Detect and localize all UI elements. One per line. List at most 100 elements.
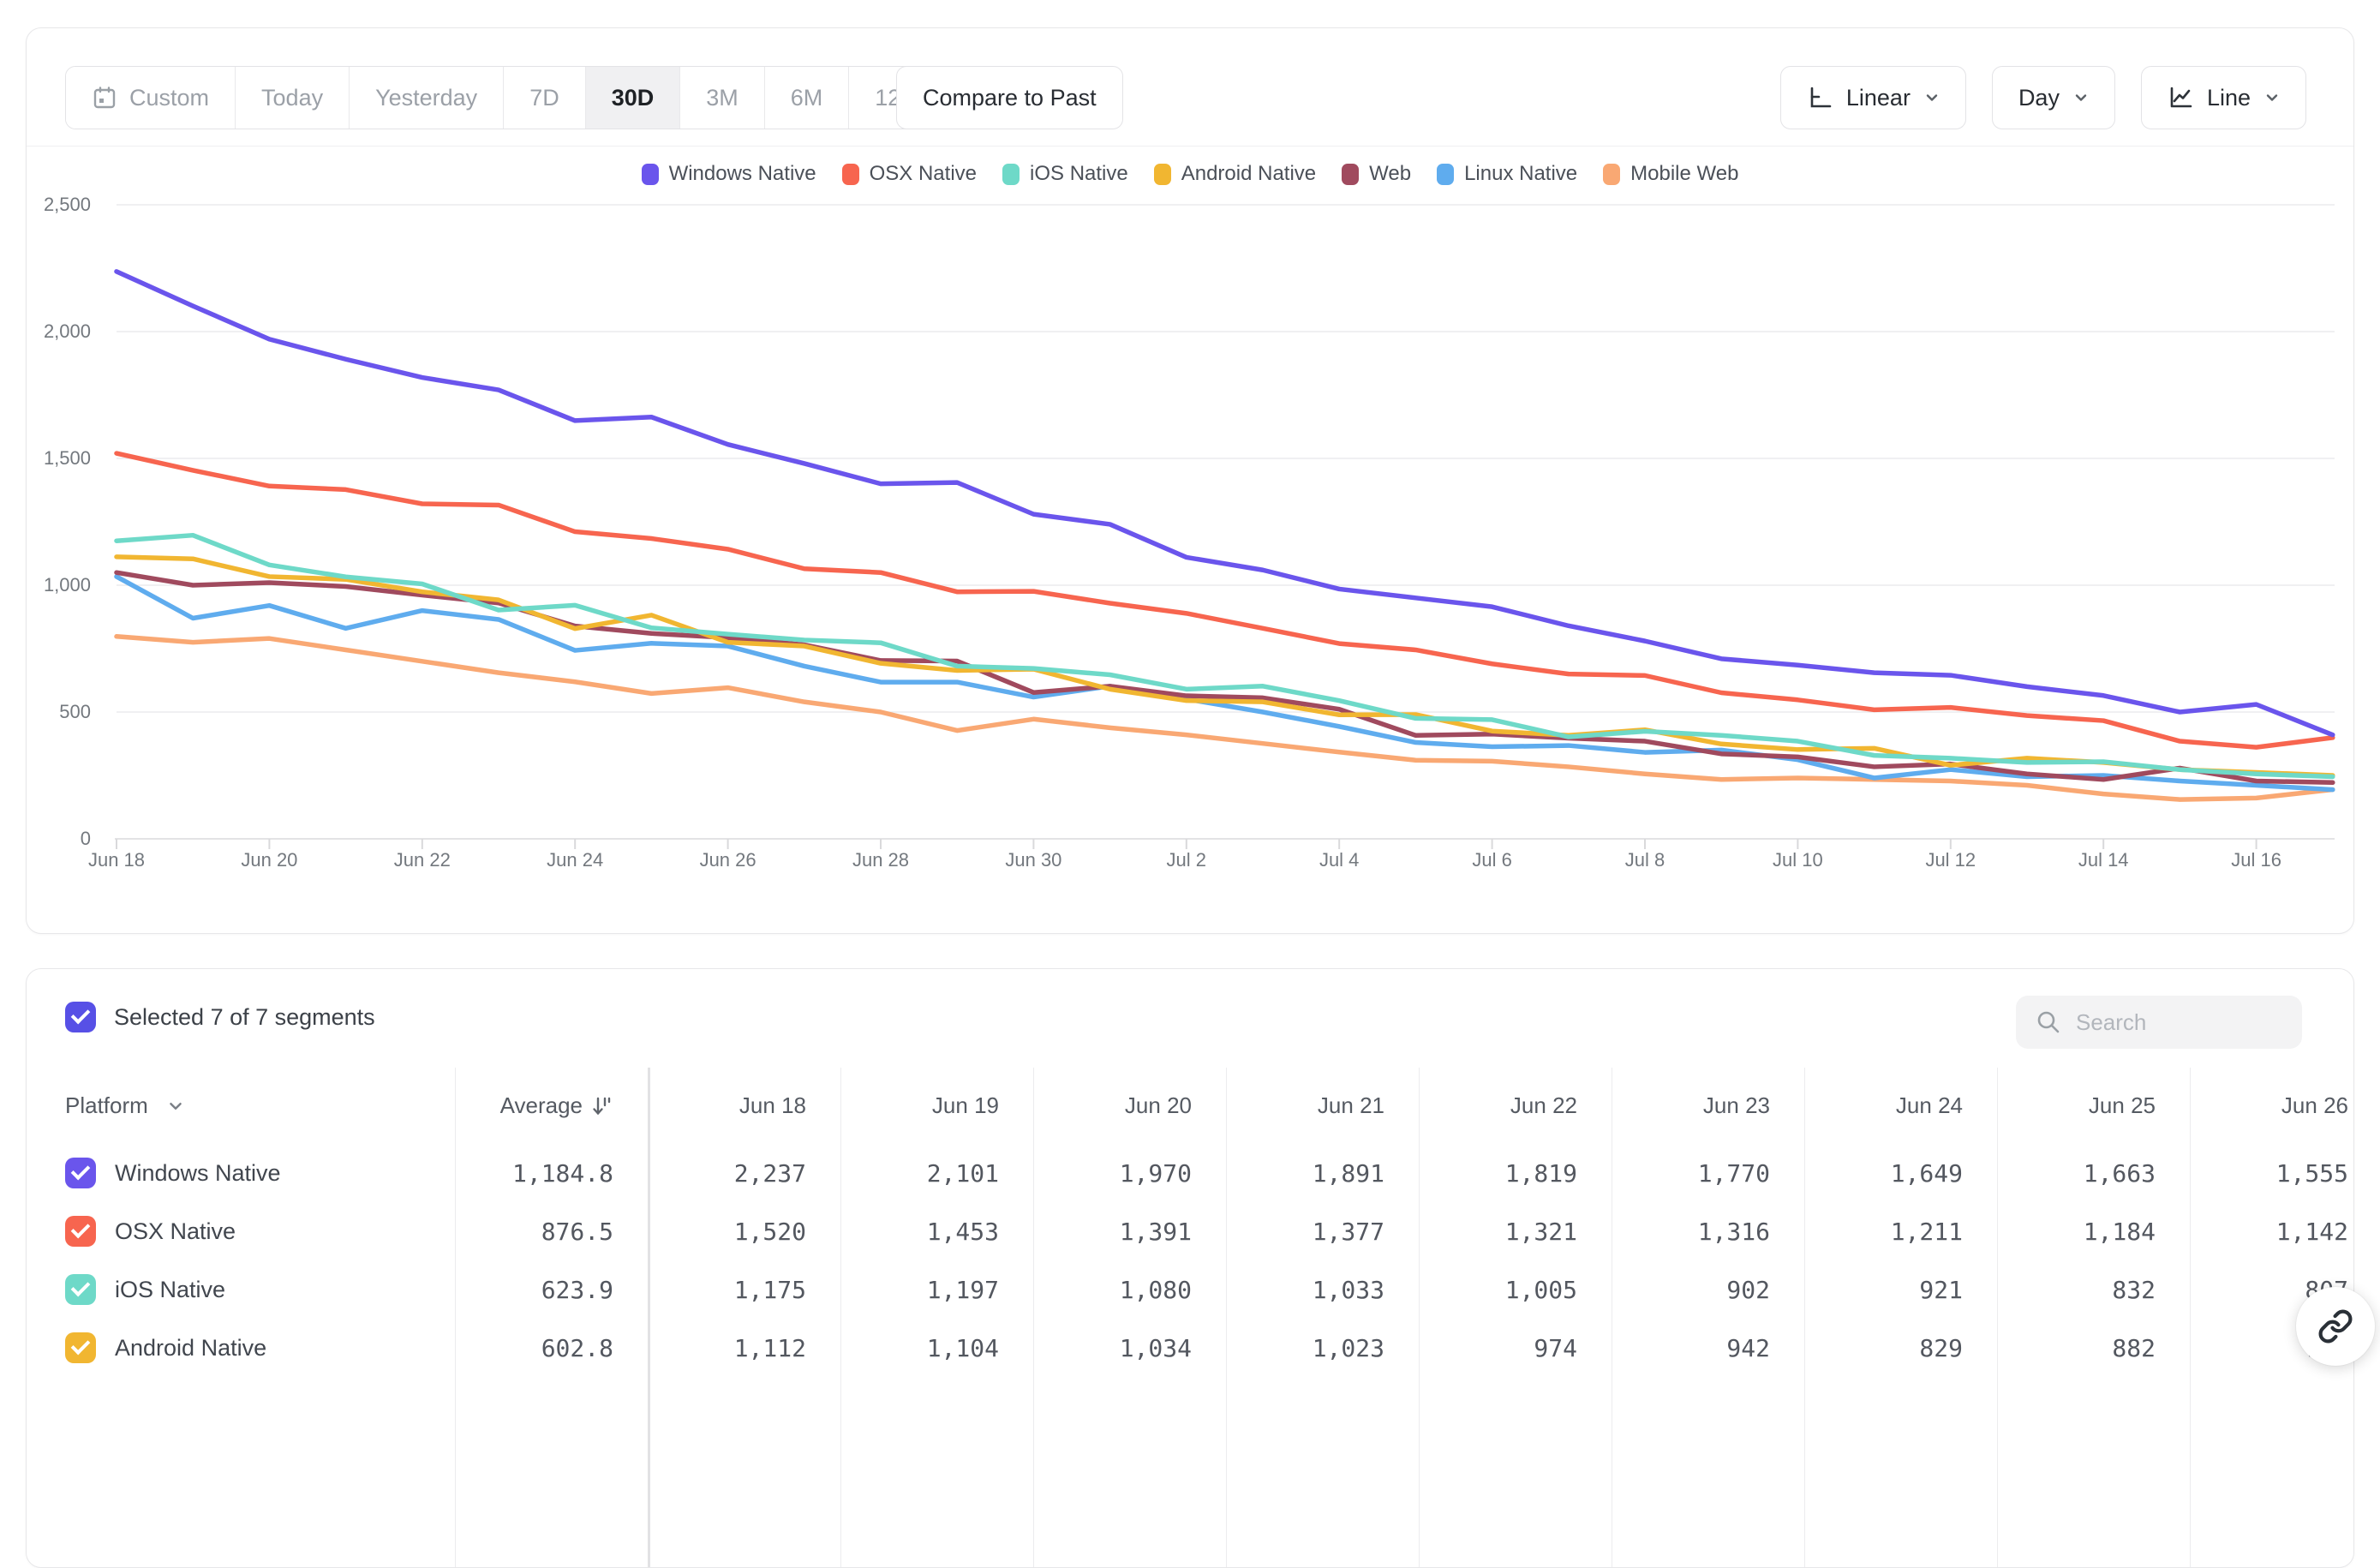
value-cell: 1,819 [1419, 1144, 1612, 1202]
selected-segments-label: Selected 7 of 7 segments [114, 1004, 375, 1031]
value-cell: 1,033 [1226, 1260, 1419, 1319]
segment-checkbox[interactable] [65, 1332, 96, 1363]
x-axis-tick-label: Jun 24 [523, 849, 626, 871]
segment-search-box[interactable] [2016, 996, 2302, 1049]
value-cell: 1,770 [1612, 1144, 1804, 1202]
series-line-web[interactable] [117, 572, 2333, 782]
segment-checkbox[interactable] [65, 1274, 96, 1305]
x-axis-tick-label: Jul 12 [1899, 849, 2002, 871]
value-cell: 829 [1804, 1319, 1997, 1377]
value-cell: 1,377 [1226, 1202, 1419, 1260]
value-cell: 1,080 [1033, 1260, 1226, 1319]
x-axis-tick-label: Jul 10 [1746, 849, 1849, 871]
x-axis-tick-label: Jun 22 [371, 849, 474, 871]
x-axis-tick-label: Jul 2 [1135, 849, 1238, 871]
value-cell: 882 [1997, 1319, 2190, 1377]
value-cell: 1,891 [1226, 1144, 1419, 1202]
column-header-jun-26[interactable]: Jun 26 [2190, 1068, 2354, 1144]
value-cell: 1,112 [648, 1319, 840, 1377]
column-header-jun-22[interactable]: Jun 22 [1419, 1068, 1612, 1144]
value-cell: 1,649 [1804, 1144, 1997, 1202]
sort-descending-icon [591, 1095, 613, 1117]
x-axis-tick-label: Jun 20 [218, 849, 320, 871]
column-header-jun-19[interactable]: Jun 19 [840, 1068, 1033, 1144]
segment-checkbox[interactable] [65, 1158, 96, 1188]
value-cell: 1,321 [1419, 1202, 1612, 1260]
column-header-jun-21[interactable]: Jun 21 [1226, 1068, 1419, 1144]
value-cell: 1,034 [1033, 1319, 1226, 1377]
segment-name: Windows Native [115, 1160, 281, 1187]
x-axis-tick-label: Jun 26 [677, 849, 780, 871]
table-header-row: Platform AverageJun 18Jun 19Jun 20Jun 21… [27, 1068, 2354, 1144]
value-cell: 1,184.8 [455, 1144, 648, 1202]
y-axis-tick-label: 500 [27, 701, 91, 723]
segments-table: Platform AverageJun 18Jun 19Jun 20Jun 21… [27, 1068, 2354, 1568]
x-axis-tick-label: Jul 14 [2052, 849, 2155, 871]
value-cell: 942 [1612, 1319, 1804, 1377]
column-header-jun-18[interactable]: Jun 18 [648, 1068, 840, 1144]
search-icon [2035, 1008, 2062, 1036]
value-cell: 1,005 [1419, 1260, 1612, 1319]
column-header-jun-25[interactable]: Jun 25 [1997, 1068, 2190, 1144]
value-cell: 1,211 [1804, 1202, 1997, 1260]
value-cell: 602.8 [455, 1319, 648, 1377]
chart-card: CustomTodayYesterday7D30D3M6M12M Compare… [26, 27, 2354, 934]
x-axis-tick-label: Jun 18 [65, 849, 168, 871]
column-header-jun-24[interactable]: Jun 24 [1804, 1068, 1997, 1144]
chevron-down-icon [167, 1098, 184, 1115]
column-header-jun-20[interactable]: Jun 20 [1033, 1068, 1226, 1144]
value-cell: 1,142 [2190, 1202, 2354, 1260]
column-header-average[interactable]: Average [455, 1068, 648, 1144]
segment-name: iOS Native [115, 1277, 225, 1303]
value-cell: 2,237 [648, 1144, 840, 1202]
platform-cell: iOS Native [27, 1260, 455, 1319]
table-row-android-native: Android Native602.81,1121,1041,0341,0239… [27, 1319, 2354, 1377]
table-row-osx-native: OSX Native 876.51,5201,4531,3911,3771,321… [27, 1202, 2354, 1260]
value-cell: 921 [1804, 1260, 1997, 1319]
value-cell: 876.5 [455, 1202, 648, 1260]
y-axis-tick-label: 0 [27, 828, 91, 850]
segment-name: Android Native [115, 1335, 266, 1362]
x-axis-tick-label: Jun 28 [829, 849, 932, 871]
value-cell: 1,104 [840, 1319, 1033, 1377]
select-all-row: Selected 7 of 7 segments [65, 1002, 375, 1032]
x-axis-tick-label: Jul 4 [1288, 849, 1390, 871]
column-header-jun-23[interactable]: Jun 23 [1612, 1068, 1804, 1144]
x-axis-tick-label: Jul 6 [1441, 849, 1544, 871]
segment-name: OSX Native [115, 1218, 236, 1245]
link-icon [2317, 1308, 2353, 1344]
platform-cell: Windows Native [27, 1144, 455, 1202]
value-cell: 1,663 [1997, 1144, 2190, 1202]
segments-table-card: Selected 7 of 7 segments Platform Averag… [26, 968, 2354, 1568]
platform-cell: Android Native [27, 1319, 455, 1377]
value-cell: 1,175 [648, 1260, 840, 1319]
select-all-checkbox[interactable] [65, 1002, 96, 1032]
platform-cell: OSX Native [27, 1202, 455, 1260]
segment-checkbox[interactable] [65, 1216, 96, 1247]
value-cell: 902 [1612, 1260, 1804, 1319]
y-axis-tick-label: 1,500 [27, 447, 91, 470]
value-cell: 974 [1419, 1319, 1612, 1377]
line-chart-plot[interactable] [27, 28, 2355, 935]
value-cell: 832 [1997, 1260, 2190, 1319]
value-cell: 623.9 [455, 1260, 648, 1319]
table-filler [27, 1377, 2354, 1568]
value-cell: 1,970 [1033, 1144, 1226, 1202]
y-axis-tick-label: 1,000 [27, 574, 91, 596]
value-cell: 1,520 [648, 1202, 840, 1260]
copy-link-button[interactable] [2296, 1287, 2375, 1366]
table-row-windows-native: Windows Native 1,184.82,2372,1011,9701,89… [27, 1144, 2354, 1202]
search-input[interactable] [2076, 1009, 2285, 1036]
x-axis-tick-label: Jul 8 [1594, 849, 1696, 871]
value-cell: 1,555 [2190, 1144, 2354, 1202]
value-cell: 2,101 [840, 1144, 1033, 1202]
value-cell: 1,197 [840, 1260, 1033, 1319]
value-cell: 1,316 [1612, 1202, 1804, 1260]
y-axis-tick-label: 2,000 [27, 320, 91, 343]
value-cell: 1,391 [1033, 1202, 1226, 1260]
value-cell: 1,453 [840, 1202, 1033, 1260]
platform-header-cell[interactable]: Platform [27, 1068, 455, 1144]
y-axis-tick-label: 2,500 [27, 194, 91, 216]
value-cell: 1,023 [1226, 1319, 1419, 1377]
table-row-ios-native: iOS Native 623.91,1751,1971,0801,0331,005… [27, 1260, 2354, 1319]
